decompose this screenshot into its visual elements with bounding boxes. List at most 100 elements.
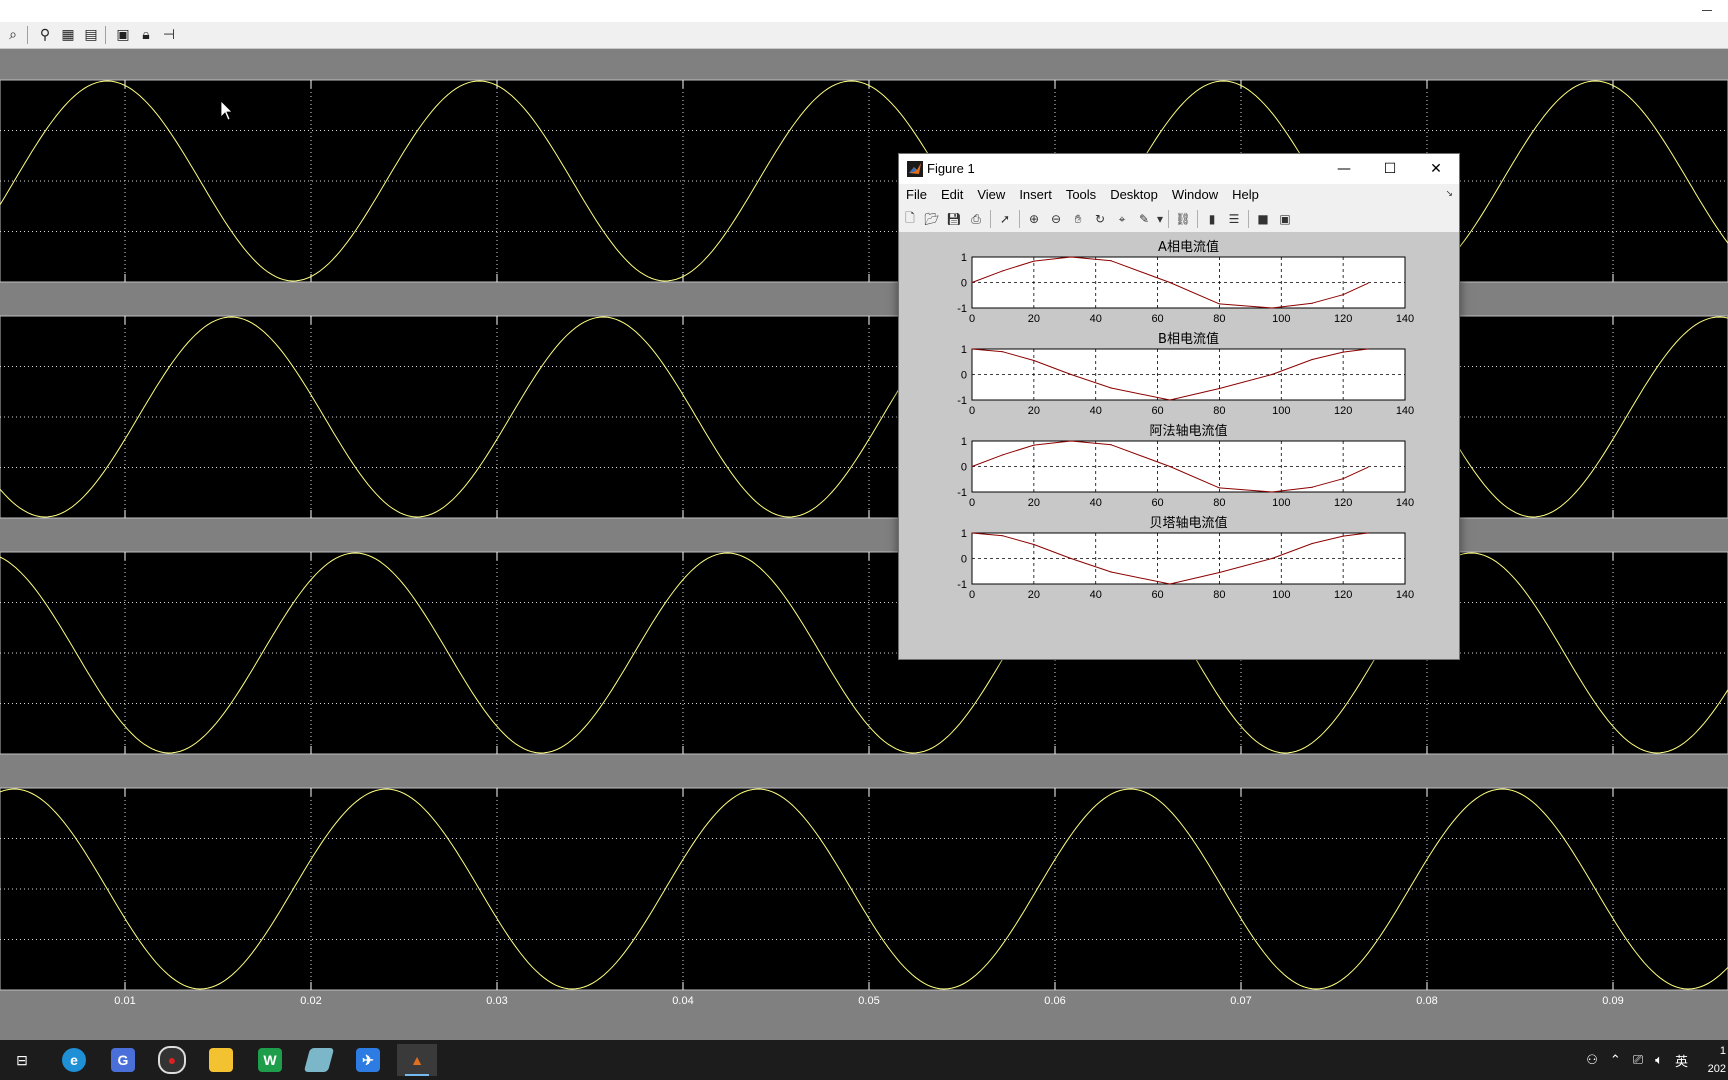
y-tick-label: 1 <box>961 436 967 448</box>
task-view-button[interactable]: ⊟ <box>2 1044 42 1076</box>
data-point <box>1367 282 1369 284</box>
floating-scope-icon[interactable]: ⊣ <box>159 25 179 45</box>
figure-window: Figure 1 — ☐ ✕ File Edit View Insert Too… <box>898 153 1460 660</box>
data-point <box>1271 373 1273 376</box>
data-point <box>1342 294 1344 296</box>
people-icon[interactable]: ⚇ <box>1586 1052 1598 1068</box>
legend-icon[interactable]: ☰ <box>1223 208 1245 230</box>
ime-indicator[interactable]: 英 <box>1675 1051 1688 1070</box>
y-tick-label: 1 <box>961 344 967 356</box>
hide-plot-tools-icon[interactable]: ■ <box>1252 208 1274 230</box>
menu-window[interactable]: Window <box>1165 184 1225 206</box>
toolbar-separator <box>105 26 106 44</box>
matlab-logo-icon <box>907 161 923 177</box>
pan-icon[interactable]: ✋︎ <box>1067 208 1089 230</box>
data-cursor-icon[interactable]: ⌖ <box>1111 208 1133 230</box>
menu-desktop[interactable]: Desktop <box>1103 184 1165 206</box>
menu-help[interactable]: Help <box>1225 184 1266 206</box>
menu-tools[interactable]: Tools <box>1059 184 1103 206</box>
maximize-button[interactable]: ☐ <box>1367 154 1413 184</box>
taskbar-app-g[interactable]: G <box>103 1044 143 1076</box>
taskbar-app-stack[interactable] <box>299 1044 339 1076</box>
system-tray: ⚇ ⌃ ⎚ 🔈︎ 英 <box>1574 1040 1688 1080</box>
lock-icon[interactable]: 🔒︎ <box>136 25 156 45</box>
close-button[interactable]: ✕ <box>1413 154 1459 184</box>
zoom-out-icon[interactable]: ⊖ <box>1045 208 1067 230</box>
brush-dropdown-icon[interactable]: ▾ <box>1155 208 1165 230</box>
subplot-title: A相电流值 <box>1158 239 1219 255</box>
menu-file[interactable]: File <box>899 184 934 206</box>
save-icon[interactable]: 💾︎ <box>943 208 965 230</box>
x-tick-label: 0 <box>969 497 975 509</box>
x-tick-label: 60 <box>1151 313 1163 325</box>
scope-axes-1 <box>0 79 1728 283</box>
parameters-icon[interactable]: ▣ <box>113 25 133 45</box>
x-tick-label: 20 <box>1028 589 1040 601</box>
figure-titlebar[interactable]: Figure 1 — ☐ ✕ <box>899 154 1459 184</box>
menu-edit[interactable]: Edit <box>934 184 970 206</box>
clock[interactable]: 1 202 <box>1708 1042 1726 1078</box>
y-tick-label: 1 <box>961 528 967 540</box>
data-point <box>1033 359 1035 362</box>
data-point <box>1311 486 1313 488</box>
clock-time: 1 <box>1719 1045 1726 1057</box>
x-tick-label: 0 <box>969 313 975 325</box>
y-tick-label: 0 <box>961 370 967 382</box>
new-figure-icon[interactable]: 🗋 <box>899 208 921 230</box>
volume-icon[interactable]: 🔈︎ <box>1655 1052 1663 1068</box>
x-tick-label: 80 <box>1213 589 1225 601</box>
menu-view[interactable]: View <box>970 184 1012 206</box>
data-point <box>1271 307 1273 309</box>
x-tick-label: 100 <box>1272 313 1290 325</box>
toolbar-separator <box>1197 210 1198 228</box>
network-icon[interactable]: ⎚ <box>1633 1052 1643 1068</box>
zoom-in-icon[interactable]: ⊕ <box>1023 208 1045 230</box>
pointer-icon[interactable]: ➚ <box>994 208 1016 230</box>
taskbar-app-explorer[interactable] <box>201 1044 241 1076</box>
data-point <box>1110 260 1112 262</box>
x-tick-label: 40 <box>1090 405 1102 417</box>
subplot-alpha: 阿法轴电流值0 20 40 60 80 100 120 14010-1 <box>957 423 1414 509</box>
open-icon[interactable]: 📂︎ <box>921 208 943 230</box>
taskbar-app-edge[interactable]: e <box>54 1044 94 1076</box>
x-tick-label: 100 <box>1272 589 1290 601</box>
subplot-title: 阿法轴电流值 <box>1149 423 1227 439</box>
taskbar-app-recorder[interactable]: ● <box>152 1044 192 1076</box>
scope-axes-4 <box>0 787 1728 991</box>
rotate-icon[interactable]: ↻ <box>1089 208 1111 230</box>
brush-icon[interactable]: ✎ <box>1133 208 1155 230</box>
link-icon[interactable]: ⛓︎ <box>1172 208 1194 230</box>
figure-toolbar: 🗋 📂︎ 💾︎ ⎙ ➚ ⊕ ⊖ ✋︎ ↻ ⌖ ✎ ▾ ⛓︎ ▮ ☰ ■ ▣ <box>899 206 1459 233</box>
dock-icon[interactable]: ↘ <box>1445 189 1453 199</box>
x-tick-label: 140 <box>1396 589 1414 601</box>
minimize-button[interactable] <box>1702 4 1714 16</box>
folder-icon <box>209 1048 233 1072</box>
print-icon[interactable]: ⎙ <box>965 208 987 230</box>
show-plot-tools-icon[interactable]: ▣ <box>1274 208 1296 230</box>
x-tick-label: 40 <box>1090 497 1102 509</box>
colorbar-icon[interactable]: ▮ <box>1201 208 1223 230</box>
menu-insert[interactable]: Insert <box>1012 184 1059 206</box>
chevron-up-icon[interactable]: ⌃ <box>1610 1052 1621 1068</box>
data-point <box>1070 557 1072 560</box>
data-point <box>1271 491 1273 493</box>
data-point <box>1367 348 1369 350</box>
save-axes-icon[interactable]: ▤ <box>81 25 101 45</box>
data-point <box>1033 260 1035 262</box>
data-point <box>1110 387 1112 389</box>
zoom-icon[interactable]: ⌕ <box>3 25 23 45</box>
scope-x-tick-label: 0.06 <box>1044 995 1065 1007</box>
data-point <box>1218 387 1220 390</box>
binoculars-icon[interactable]: ⚲ <box>35 25 55 45</box>
taskbar-app-feishu[interactable]: ✈︎ <box>348 1044 388 1076</box>
stack-icon <box>303 1048 335 1072</box>
minimize-button[interactable]: — <box>1321 154 1367 184</box>
taskbar-app-matlab[interactable]: ▲ <box>397 1044 437 1076</box>
data-point <box>1002 454 1004 456</box>
scope-axes-3 <box>0 551 1728 755</box>
data-point <box>971 348 973 350</box>
autoscale-icon[interactable]: ▦ <box>58 25 78 45</box>
data-point <box>1070 256 1072 258</box>
subplot-beta: 贝塔轴电流值0 20 40 60 80 100 120 14010-1 <box>957 515 1414 601</box>
taskbar-app-wps[interactable]: W <box>250 1044 290 1076</box>
